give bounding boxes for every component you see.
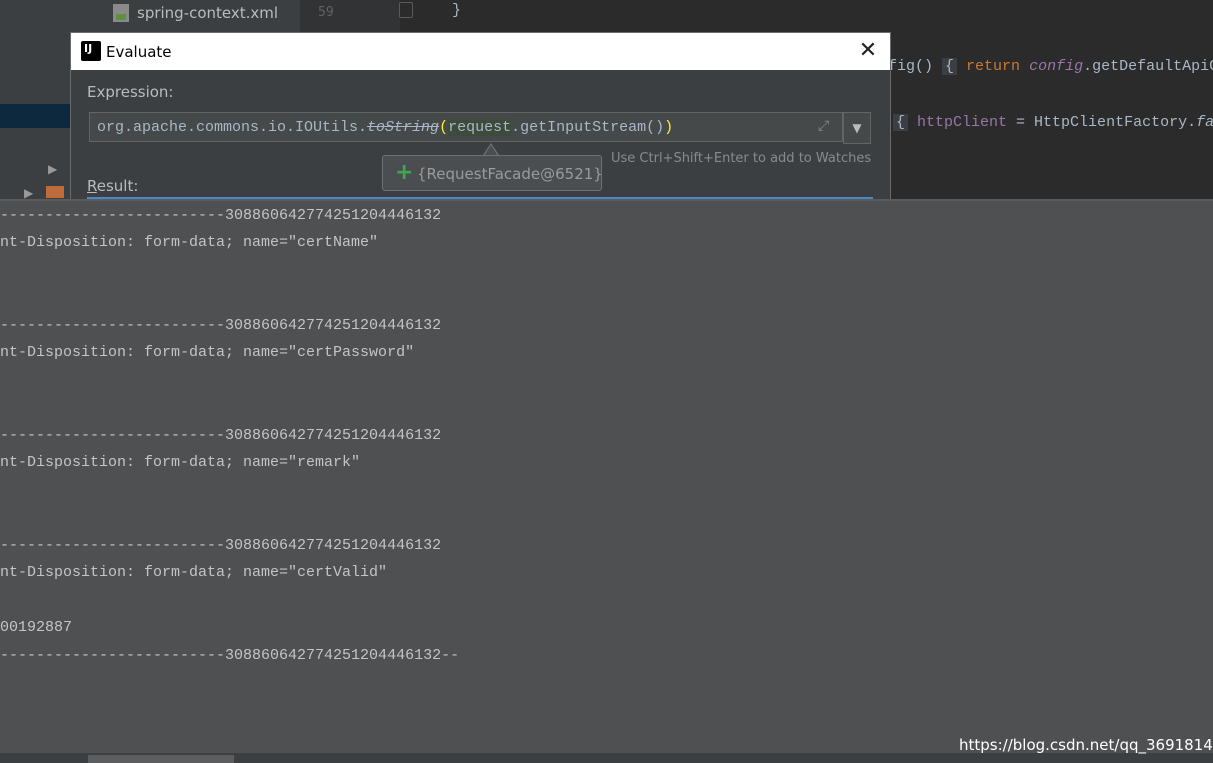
result-line: nt-Disposition: form-data; name="certPas…	[0, 344, 415, 361]
result-label-text: esult:	[96, 177, 139, 195]
xml-file-icon	[113, 4, 129, 22]
tree-item-label: spring-context.xml	[137, 4, 279, 22]
expression-label: Expression:	[87, 83, 174, 101]
code-field: config	[1029, 58, 1084, 75]
line-number: 59	[318, 5, 334, 20]
code-line: fig() { return config.getDefaultApiCo	[888, 58, 1213, 75]
tree-expand-arrow-icon[interactable]: ▶	[24, 186, 33, 200]
result-line: 00192887	[0, 619, 73, 636]
result-line: -------------------------308860642774251…	[0, 427, 442, 444]
value-popup[interactable]: + {RequestFacade@6521}	[382, 155, 603, 191]
watch-hint: Use Ctrl+Shift+Enter to add to Watches	[611, 151, 872, 166]
tree-expand-arrow-icon[interactable]: ▶	[48, 162, 57, 176]
code-token: {	[893, 114, 909, 131]
code-keyword: return	[966, 58, 1021, 75]
code-brace: }	[452, 2, 462, 19]
expr-token: request	[448, 119, 512, 136]
result-text-viewer[interactable]: -------------------------308860642774251…	[0, 199, 1213, 755]
folder-icon	[46, 186, 64, 198]
code-token: = HttpClientFactory.	[1007, 114, 1197, 131]
history-dropdown-button[interactable]: ▼	[843, 112, 871, 144]
result-line: -------------------------308860642774251…	[0, 317, 442, 334]
code-line: { httpClient = HttpClientFactory.fa	[893, 114, 1213, 131]
horizontal-scrollbar-thumb[interactable]	[88, 755, 234, 763]
expr-method: toString	[367, 119, 440, 136]
expression-text: org.apache.commons.io.IOUtils.toString(r…	[97, 119, 673, 136]
expr-token: )	[664, 119, 674, 136]
watermark-text: https://blog.csdn.net/qq_36918149	[959, 736, 1213, 754]
expand-editor-icon[interactable]: ⤢	[818, 118, 834, 134]
result-line: -------------------------308860642774251…	[0, 647, 460, 664]
code-token: fig()	[888, 58, 943, 75]
code-token: .getDefaultApiCo	[1083, 58, 1213, 75]
expression-input[interactable]: org.apache.commons.io.IOUtils.toString(r…	[89, 112, 843, 142]
popup-value-text: {RequestFacade@6521}	[417, 165, 603, 183]
add-to-watches-icon[interactable]: +	[395, 160, 413, 185]
fold-marker-icon[interactable]	[399, 2, 413, 18]
result-line: nt-Disposition: form-data; name="remark"	[0, 454, 361, 471]
expr-token: (	[439, 119, 449, 136]
result-line: -------------------------308860642774251…	[0, 537, 442, 554]
result-label-mnemonic: R	[87, 177, 97, 195]
tree-selection-highlight	[0, 104, 72, 128]
expr-token: org.apache.commons.io.IOUtils.	[97, 119, 368, 136]
result-line: -------------------------308860642774251…	[0, 207, 442, 224]
result-line: nt-Disposition: form-data; name="certNam…	[0, 234, 379, 251]
dialog-titlebar[interactable]: IJ Evaluate ✕	[71, 33, 890, 70]
close-button[interactable]: ✕	[857, 40, 879, 62]
dialog-title: Evaluate	[106, 43, 172, 61]
code-token: {	[942, 58, 958, 75]
code-token: fa	[1196, 114, 1213, 131]
intellij-app-icon: IJ	[78, 38, 101, 61]
expr-token: .getInputStream()	[511, 119, 665, 136]
tree-item-spring-context[interactable]: spring-context.xml	[113, 2, 278, 24]
result-label: Result:	[87, 177, 138, 195]
result-line: nt-Disposition: form-data; name="certVal…	[0, 564, 388, 581]
code-field: httpClient	[917, 114, 1008, 131]
